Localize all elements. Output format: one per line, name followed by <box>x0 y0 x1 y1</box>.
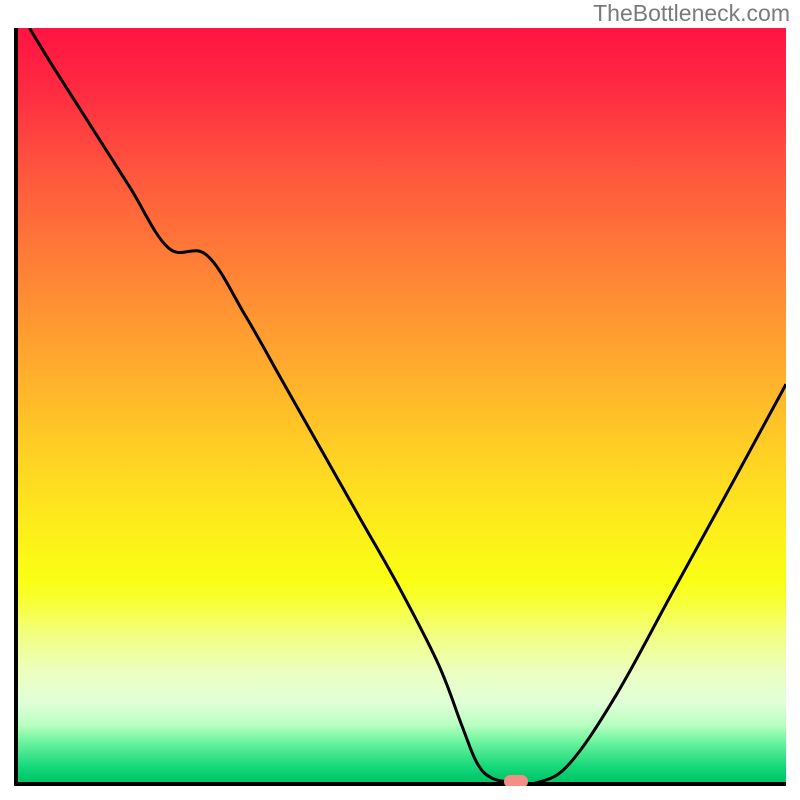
chart-container: TheBottleneck.com <box>0 0 800 800</box>
plot-area <box>14 28 786 786</box>
optimal-marker <box>504 775 528 786</box>
watermark-text: TheBottleneck.com <box>593 0 790 27</box>
bottleneck-curve <box>14 28 786 786</box>
